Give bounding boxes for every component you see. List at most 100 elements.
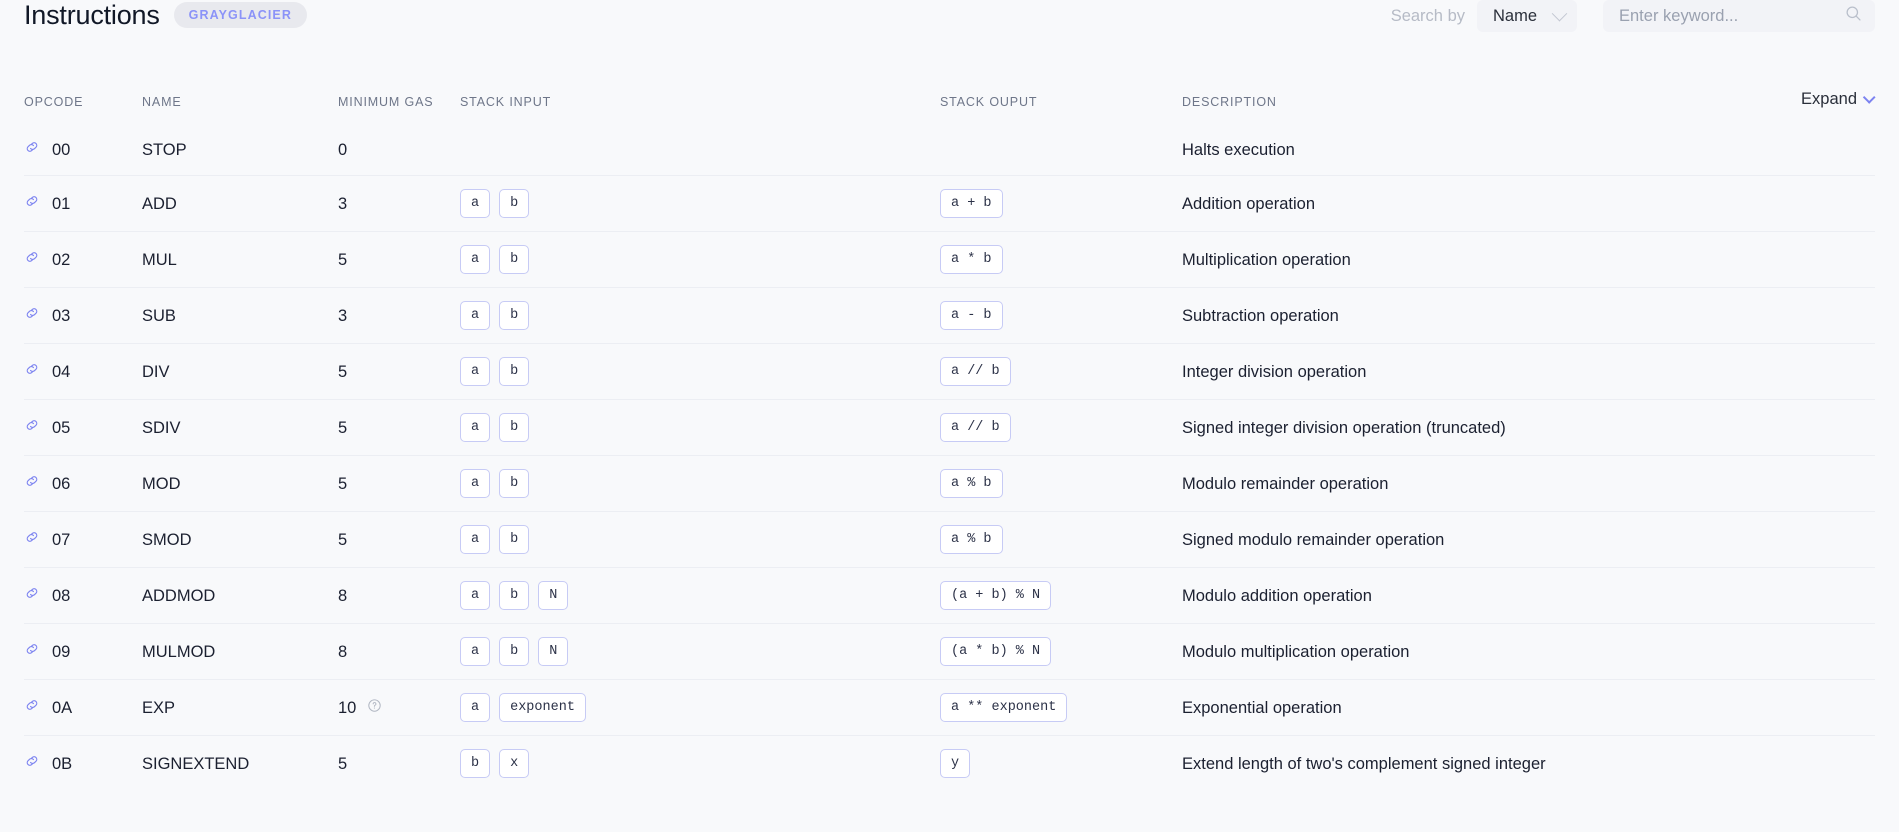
gas-value: 5 [338,248,347,272]
table-row[interactable]: 0A EXP 10 aexponent a ** exponent Expone… [24,680,1875,736]
cell-name: SDIV [142,400,338,456]
stack-input-chips: ab [460,189,940,218]
expand-button[interactable]: Expand [1801,90,1873,109]
link-icon[interactable] [24,752,40,776]
cell-stack-input [460,125,940,176]
cell-stack-input: bx [460,736,940,792]
link-icon[interactable] [24,528,40,552]
cell-stack-output: a ** exponent [940,680,1182,736]
link-icon[interactable] [24,416,40,440]
help-circle-icon[interactable] [367,696,382,720]
link-icon[interactable] [24,584,40,608]
column-header-stack-output: STACK OUPUT [940,62,1182,125]
search-input-placeholder: Enter keyword... [1619,7,1738,26]
stack-chip: b [499,413,529,442]
gas-value: 8 [338,640,347,664]
stack-chip: b [499,469,529,498]
table-row[interactable]: 0B SIGNEXTEND 5 bx y Extend length of tw… [24,736,1875,792]
stack-output-chips: a % b [940,525,1182,554]
cell-minimum-gas: 5 [338,400,460,456]
stack-input-chips: bx [460,749,940,778]
cell-opcode: 03 [24,288,142,344]
cell-stack-output: a // b [940,344,1182,400]
link-icon[interactable] [24,248,40,272]
column-header-description: DESCRIPTION [1182,62,1529,125]
search-input[interactable]: Enter keyword... [1603,0,1875,32]
search-controls: Search by Name Enter keyword... [1391,0,1875,32]
cell-minimum-gas: 3 [338,288,460,344]
stack-input-chips: ab [460,245,940,274]
stack-chip: b [499,357,529,386]
link-icon[interactable] [24,138,40,162]
link-icon[interactable] [24,192,40,216]
gas-value: 0 [338,138,347,162]
cell-description: Extend length of two's complement signed… [1182,736,1875,792]
table-row[interactable]: 05 SDIV 5 ab a // b Signed integer divis… [24,400,1875,456]
table-row[interactable]: 08 ADDMOD 8 abN (a + b) % N Modulo addit… [24,568,1875,624]
stack-chip: a [460,189,490,218]
link-icon[interactable] [24,640,40,664]
cell-minimum-gas: 8 [338,568,460,624]
link-icon[interactable] [24,696,40,720]
cell-description: Subtraction operation [1182,288,1875,344]
gas-value: 3 [338,192,347,216]
table-row[interactable]: 01 ADD 3 ab a + b Addition operation [24,176,1875,232]
stack-input-chips: abN [460,637,940,666]
cell-description: Addition operation [1182,176,1875,232]
cell-minimum-gas: 8 [338,624,460,680]
cell-stack-input: aexponent [460,680,940,736]
fork-badge: GRAYGLACIER [174,2,307,28]
stack-input-chips: ab [460,469,940,498]
table-row[interactable]: 06 MOD 5 ab a % b Modulo remainder opera… [24,456,1875,512]
cell-stack-output: a - b [940,288,1182,344]
column-header-name: NAME [142,62,338,125]
stack-output-chips: a + b [940,189,1182,218]
opcode-value: 00 [52,138,70,162]
stack-chip: (a * b) % N [940,637,1051,666]
link-icon[interactable] [24,360,40,384]
cell-stack-output: a * b [940,232,1182,288]
cell-description: Exponential operation [1182,680,1875,736]
table-row[interactable]: 02 MUL 5 ab a * b Multiplication operati… [24,232,1875,288]
stack-output-chips: (a * b) % N [940,637,1182,666]
opcode-value: 02 [52,248,70,272]
cell-name: MOD [142,456,338,512]
cell-stack-input: ab [460,400,940,456]
stack-chip: a [460,357,490,386]
cell-stack-output: y [940,736,1182,792]
cell-name: STOP [142,125,338,176]
cell-minimum-gas: 5 [338,456,460,512]
cell-minimum-gas: 0 [338,125,460,176]
table-row[interactable]: 00 STOP 0 Halts execution [24,125,1875,176]
opcode-value: 09 [52,640,70,664]
stack-output-chips: a // b [940,357,1182,386]
column-header-minimum-gas: MINIMUM GAS [338,62,460,125]
table-row[interactable]: 04 DIV 5 ab a // b Integer division oper… [24,344,1875,400]
cell-minimum-gas: 5 [338,344,460,400]
stack-chip: a % b [940,525,1003,554]
cell-description: Signed integer division operation (trunc… [1182,400,1875,456]
link-icon[interactable] [24,472,40,496]
stack-chip: a [460,693,490,722]
stack-chip: b [499,301,529,330]
title-group: Instructions GRAYGLACIER [24,0,307,32]
stack-output-chips: y [940,749,1182,778]
search-by-select[interactable]: Name [1477,0,1577,32]
search-icon[interactable] [1845,5,1862,27]
cell-minimum-gas: 10 [338,680,460,736]
stack-input-chips: ab [460,525,940,554]
table-row[interactable]: 03 SUB 3 ab a - b Subtraction operation [24,288,1875,344]
cell-opcode: 09 [24,624,142,680]
link-icon[interactable] [24,304,40,328]
opcode-value: 03 [52,304,70,328]
expand-header-cell: Expand [1529,62,1876,125]
stack-chip: a [460,525,490,554]
table-row[interactable]: 07 SMOD 5 ab a % b Signed modulo remaind… [24,512,1875,568]
stack-output-chips: a % b [940,469,1182,498]
cell-opcode: 06 [24,456,142,512]
cell-stack-input: ab [460,288,940,344]
cell-opcode: 0A [24,680,142,736]
table-row[interactable]: 09 MULMOD 8 abN (a * b) % N Modulo multi… [24,624,1875,680]
cell-opcode: 01 [24,176,142,232]
cell-minimum-gas: 5 [338,736,460,792]
